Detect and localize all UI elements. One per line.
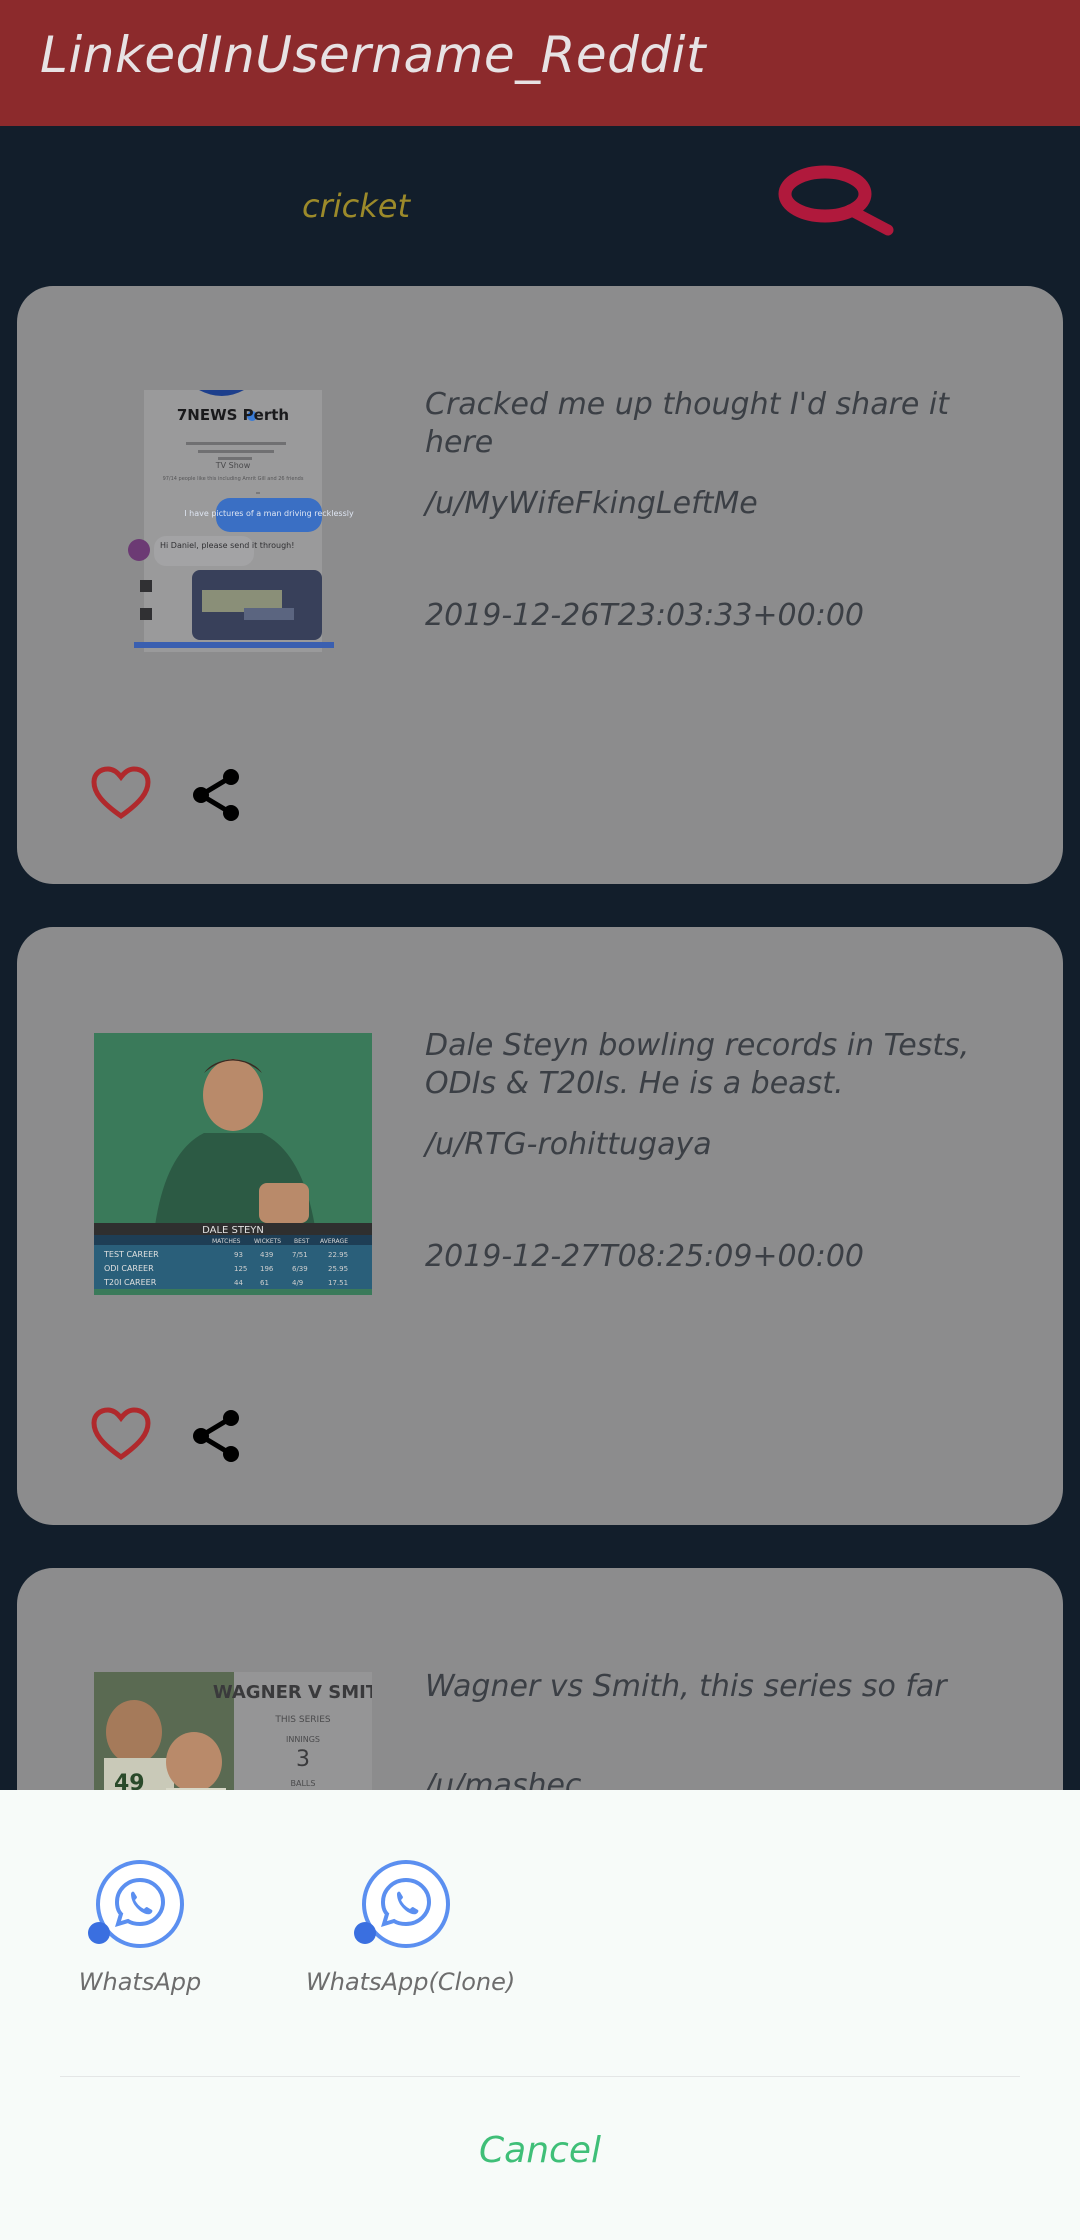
thumbnail-header: MATCHES xyxy=(212,1238,241,1245)
thumbnail-cell: 25.95 xyxy=(328,1265,348,1273)
thumbnail-reply-text: Hi Daniel, please send it through! xyxy=(160,541,294,550)
cancel-button[interactable]: Cancel xyxy=(440,2130,640,2190)
post-title[interactable]: Wagner vs Smith, this series so far xyxy=(425,1668,985,1706)
search-button[interactable] xyxy=(770,158,910,258)
share-option-label: WhatsApp(Clone) xyxy=(306,1968,516,1996)
thumbnail-bubble-text: I have pictures of a man driving reckles… xyxy=(184,509,354,518)
post-date: 2019-12-26T23:03:33+00:00 xyxy=(425,598,864,633)
post-thumbnail-image: DALE STEYN MATCHES WICKETS BEST AVERAGE … xyxy=(94,1033,372,1295)
thumbnail-page-name: 7NEWS Perth xyxy=(177,406,289,424)
thumbnail-cell: 61 xyxy=(260,1279,269,1287)
thumbnail-row-label: ODI CAREER xyxy=(104,1264,154,1273)
post-card[interactable]: DALE STEYN MATCHES WICKETS BEST AVERAGE … xyxy=(17,927,1063,1525)
post-author[interactable]: /u/RTG-rohittugaya xyxy=(425,1127,712,1162)
thumbnail-name: DALE STEYN xyxy=(202,1225,264,1236)
heart-icon xyxy=(91,766,151,820)
whatsapp-clone-icon xyxy=(354,1860,450,1948)
heart-icon xyxy=(91,1407,151,1461)
thumbnail-header: AVERAGE xyxy=(320,1238,348,1245)
share-icon xyxy=(193,769,239,821)
search-input[interactable] xyxy=(300,180,664,232)
share-button[interactable] xyxy=(187,766,245,824)
post-thumbnail[interactable]: Hi Daniel, please send it through! 7NEWS… xyxy=(94,390,372,652)
app-bar: LinkedInUsername_Reddit xyxy=(0,0,1080,126)
share-option-whatsapp[interactable]: WhatsApp xyxy=(40,1860,240,2020)
thumbnail-header: BEST xyxy=(294,1238,310,1245)
thumbnail-cell: 6/39 xyxy=(292,1265,308,1273)
thumbnail-likes: 97/14 people like this including Amrit G… xyxy=(163,476,304,482)
thumbnail-row-label: TEST CAREER xyxy=(103,1250,159,1259)
divider xyxy=(60,2076,1020,2077)
thumbnail-subtitle: THIS SERIES xyxy=(274,1715,330,1725)
post-author[interactable]: /u/MyWifeFkingLeftMe xyxy=(425,486,758,521)
thumbnail-cell: 196 xyxy=(260,1265,274,1273)
thumbnail-innings: 3 xyxy=(296,1747,310,1772)
thumbnail-cell: 44 xyxy=(234,1279,243,1287)
thumbnail-category: TV Show xyxy=(215,461,251,470)
post-title[interactable]: Dale Steyn bowling records in Tests, ODI… xyxy=(425,1027,985,1103)
thumbnail-row-label: T20I CAREER xyxy=(103,1278,157,1287)
thumbnail-innings-label: INNINGS xyxy=(286,1735,320,1744)
like-button[interactable] xyxy=(91,1407,151,1461)
post-card[interactable]: Hi Daniel, please send it through! 7NEWS… xyxy=(17,286,1063,884)
share-sheet: WhatsApp WhatsApp(Clone) Cancel xyxy=(0,1790,1080,2240)
thumbnail-balls-label: BALLS xyxy=(291,1779,316,1788)
post-thumbnail[interactable]: DALE STEYN MATCHES WICKETS BEST AVERAGE … xyxy=(94,1033,372,1295)
search-icon xyxy=(778,165,894,236)
thumbnail-cell: 17.51 xyxy=(328,1279,348,1287)
share-icon xyxy=(193,1410,239,1462)
share-option-whatsapp-clone[interactable]: WhatsApp(Clone) xyxy=(306,1860,516,2020)
thumbnail-cell: 93 xyxy=(234,1251,243,1259)
whatsapp-icon xyxy=(88,1860,184,1948)
thumbnail-name: WAGNER V SMITH xyxy=(213,1682,372,1703)
like-button[interactable] xyxy=(91,766,151,820)
post-date: 2019-12-27T08:25:09+00:00 xyxy=(425,1239,864,1274)
thumbnail-cell: 22.95 xyxy=(328,1251,348,1259)
post-title[interactable]: Cracked me up thought I'd share it here xyxy=(425,386,985,462)
thumbnail-cell: 439 xyxy=(260,1251,273,1259)
thumbnail-cell: 7/51 xyxy=(292,1251,308,1259)
thumbnail-cell: 4/9 xyxy=(292,1279,303,1287)
app-title: LinkedInUsername_Reddit xyxy=(40,26,707,84)
thumbnail-cell: 125 xyxy=(234,1265,247,1273)
search-bar xyxy=(0,126,1080,286)
post-thumbnail-image: Hi Daniel, please send it through! 7NEWS… xyxy=(128,390,354,652)
share-option-label: WhatsApp xyxy=(78,1968,202,1996)
share-button[interactable] xyxy=(187,1407,245,1465)
thumbnail-header: WICKETS xyxy=(254,1238,281,1245)
